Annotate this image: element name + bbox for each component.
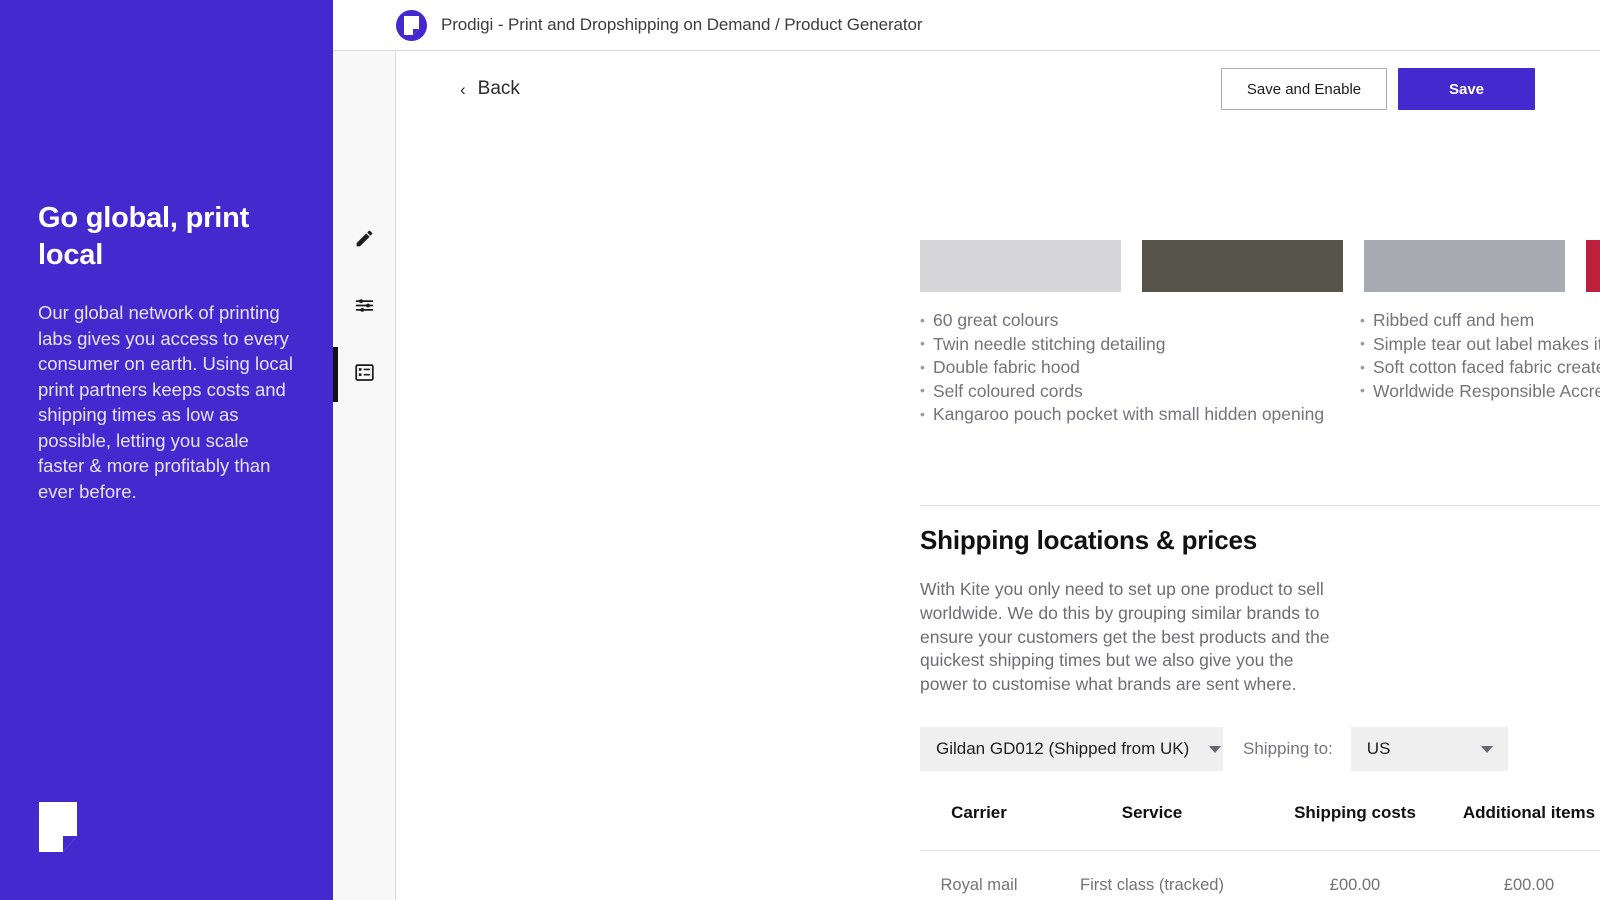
fabric-swatch-dark-olive-grey xyxy=(1142,240,1343,292)
sliders-icon xyxy=(354,295,375,321)
table-cell-service: First class (tracked) xyxy=(1080,876,1224,894)
country-select-value: US xyxy=(1366,739,1391,758)
content-area: ‹ Back Save and Enable Save 60 great col… xyxy=(396,51,1600,900)
table-cell-carrier: Royal mail xyxy=(940,876,1018,894)
chevron-down-icon xyxy=(1480,745,1493,753)
action-bar: ‹ Back Save and Enable Save xyxy=(396,51,1600,127)
feature-column-right: Ribbed cuff and hemSimple tear out label… xyxy=(1360,309,1600,427)
brand-select-value: Gildan GD012 (Shipped from UK) xyxy=(936,739,1190,758)
feature-column-left: 60 great coloursTwin needle stitching de… xyxy=(920,309,1360,427)
product-features: 60 great coloursTwin needle stitching de… xyxy=(920,309,1600,427)
brand-select[interactable]: Gildan GD012 (Shipped from UK) xyxy=(920,727,1223,771)
app-area: Prodigi - Print and Dropshipping on Dema… xyxy=(333,0,1600,900)
rail-item-edit[interactable] xyxy=(333,207,395,274)
back-button[interactable]: ‹ Back xyxy=(460,78,520,100)
table-cell-shipping-costs: £00.00 xyxy=(1329,876,1381,894)
pencil-icon xyxy=(354,228,375,254)
shipping-section-heading: Shipping locations & prices xyxy=(920,525,1257,555)
prodigi-page-logo-icon xyxy=(39,802,77,852)
fabric-swatch-strip xyxy=(920,240,1600,292)
table-column-header: Shipping costs xyxy=(1294,803,1416,822)
feature-bullet: 60 great colours xyxy=(920,309,1360,333)
shipping-section-description: With Kite you only need to set up one pr… xyxy=(920,579,1330,695)
promo-body-text: Our global network of printing labs give… xyxy=(38,302,294,502)
shipping-table-head: Carrier Service Shipping costs Additional i… xyxy=(920,803,1600,851)
table-column-header: Carrier xyxy=(951,803,1007,822)
country-select[interactable]: US xyxy=(1350,727,1508,771)
section-divider xyxy=(920,505,1600,506)
fabric-swatch-heather-grey xyxy=(1364,240,1565,292)
feature-bullet: Self coloured cords xyxy=(920,379,1360,404)
feature-bullet: Twin needle stitching detailing xyxy=(920,332,1360,357)
page-title: Prodigi - Print and Dropshipping on Dema… xyxy=(441,15,923,34)
promo-panel: Go global, print local Our global networ… xyxy=(0,0,333,900)
shipping-to-label: Shipping to: xyxy=(1243,739,1333,758)
shipping-table-body: Royal mail First class (tracked) £00.00 £00… xyxy=(920,851,1600,900)
topbar: Prodigi - Print and Dropshipping on Dema… xyxy=(333,0,1600,51)
save-button[interactable]: Save xyxy=(1398,68,1535,110)
rail-item-details[interactable] xyxy=(333,341,395,408)
save-and-enable-button[interactable]: Save and Enable xyxy=(1221,68,1387,110)
feature-bullet: Simple tear out label makes it perfect f… xyxy=(1360,332,1600,357)
table-row: Royal mail First class (tracked) £00.00 £00… xyxy=(920,851,1600,900)
prodigi-circle-logo-icon xyxy=(396,9,427,41)
feature-bullet: Double fabric hood xyxy=(920,356,1360,380)
shipping-rates-table: Carrier Service Shipping costs Additional i… xyxy=(920,803,1600,900)
list-table-icon xyxy=(354,362,375,388)
feature-bullet: Worldwide Responsible Accredited Product… xyxy=(1360,379,1600,404)
rail-item-settings[interactable] xyxy=(333,274,395,341)
promo-heading: Go global, print local xyxy=(38,202,250,271)
fabric-swatch-light-grey-marl xyxy=(920,240,1121,292)
table-column-header: Additional items xyxy=(1462,803,1596,822)
shipping-selector-row: Gildan GD012 (Shipped from UK) Shipping … xyxy=(920,727,1508,771)
chevron-down-icon xyxy=(1209,745,1222,753)
feature-bullet: Ribbed cuff and hem xyxy=(1360,309,1600,333)
fabric-swatch-crimson-red xyxy=(1586,240,1600,292)
back-button-label: Back xyxy=(477,78,520,99)
chevron-left-icon: ‹ xyxy=(460,79,466,99)
rail-active-indicator xyxy=(333,347,338,402)
table-column-header: Service xyxy=(1121,803,1183,822)
table-cell-additional-items: £00.00 xyxy=(1503,876,1555,894)
body-row: ‹ Back Save and Enable Save 60 great col… xyxy=(333,51,1600,900)
app-root: Go global, print local Our global networ… xyxy=(0,0,1600,900)
table-header-row: Carrier Service Shipping costs Additional i… xyxy=(920,803,1600,851)
icon-rail xyxy=(333,51,396,900)
feature-bullet: Kangaroo pouch pocket with small hidden … xyxy=(920,403,1360,427)
feature-bullet: Soft cotton faced fabric creates ideal p… xyxy=(1360,356,1600,380)
